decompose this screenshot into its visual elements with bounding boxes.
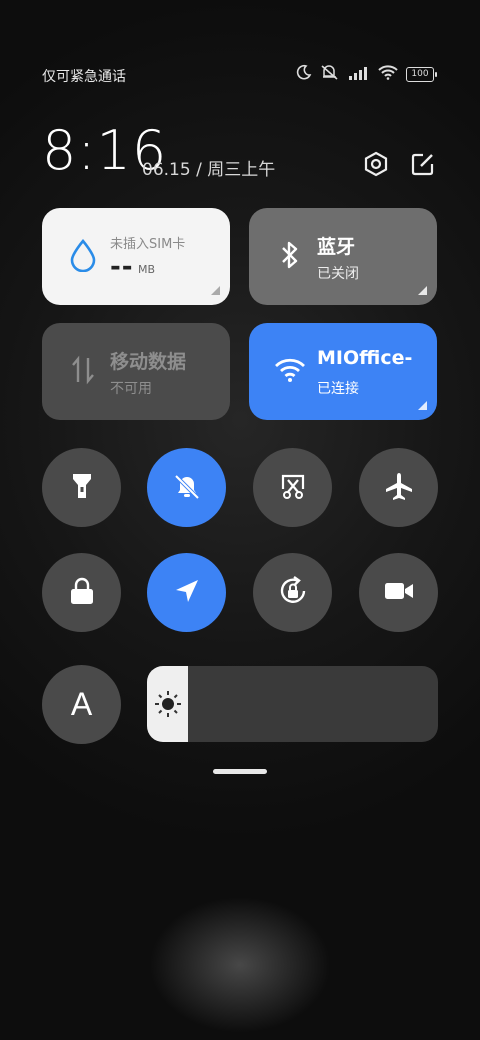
status-icons: 100 [296, 64, 437, 84]
wifi-tile[interactable]: MIOffice- 已连接 [249, 323, 437, 420]
bluetooth-status: 已关闭 [317, 266, 359, 282]
battery-icon: 100 [406, 66, 437, 82]
lock-screen-toggle[interactable] [42, 553, 121, 632]
moon-icon [296, 64, 312, 84]
font-size-button[interactable]: A [42, 665, 121, 744]
location-arrow-icon [173, 577, 201, 609]
auto-rotate-toggle[interactable] [253, 553, 332, 632]
edit-icon[interactable] [408, 149, 438, 179]
signal-icon [348, 65, 370, 84]
expand-corner-icon [418, 286, 427, 295]
mute-toggle[interactable] [147, 448, 226, 527]
screen-record-toggle[interactable] [359, 553, 438, 632]
mobile-data-title: 移动数据 [110, 351, 187, 373]
lock-icon [69, 577, 95, 609]
location-toggle[interactable] [147, 553, 226, 632]
airplane-mode-toggle[interactable] [359, 448, 438, 527]
sim-status-label: 未插入SIM卡 [110, 237, 186, 252]
expand-corner-icon [418, 401, 427, 410]
flashlight-toggle[interactable] [42, 448, 121, 527]
data-transfer-icon [66, 353, 100, 387]
brightness-icon [148, 666, 188, 742]
flashlight-icon [70, 471, 94, 505]
wifi-icon [273, 353, 307, 387]
carrier-status-text: 仅可紧急通话 [42, 69, 126, 85]
mobile-data-status: 不可用 [110, 381, 152, 397]
data-usage-tile[interactable]: 未插入SIM卡 -- MB [42, 208, 230, 305]
bluetooth-tile[interactable]: 蓝牙 已关闭 [249, 208, 437, 305]
scissors-icon [278, 471, 308, 505]
mobile-data-tile[interactable]: 移动数据 不可用 [42, 323, 230, 420]
screenshot-toggle[interactable] [253, 448, 332, 527]
bluetooth-title: 蓝牙 [317, 236, 356, 258]
data-usage-value: -- [110, 252, 134, 282]
font-size-label: A [70, 686, 93, 722]
video-camera-icon [383, 579, 415, 607]
wifi-icon [378, 64, 398, 84]
home-indicator[interactable] [213, 769, 267, 774]
rotation-lock-icon [277, 575, 309, 611]
expand-corner-icon [211, 286, 220, 295]
settings-icon[interactable] [361, 149, 391, 179]
mute-icon [320, 64, 340, 84]
water-drop-icon [66, 238, 100, 272]
bluetooth-icon [273, 238, 307, 272]
airplane-icon [384, 471, 414, 505]
wifi-status: 已连接 [317, 381, 359, 397]
data-usage-unit: MB [138, 263, 156, 276]
bell-off-icon [172, 471, 202, 505]
clock-date: 06.15 / 周三上午 [142, 160, 276, 180]
brightness-slider[interactable] [147, 666, 438, 742]
wifi-network-name: MIOffice- [317, 347, 413, 369]
